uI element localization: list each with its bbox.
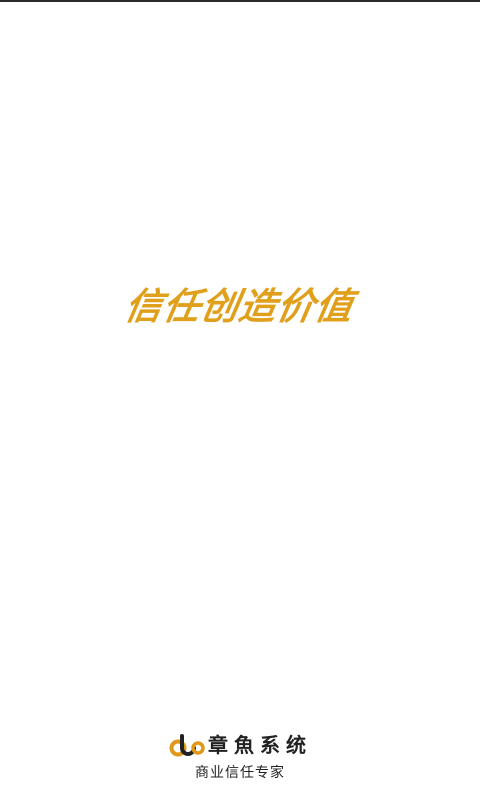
- brand-name: 章魚系统: [208, 733, 312, 757]
- slogan-text: 信任创造价值: [121, 285, 358, 328]
- status-bar-line: [0, 0, 480, 2]
- brand-logo: 章魚系统: [0, 731, 480, 759]
- octopus-logo-icon: [169, 734, 205, 757]
- brand-tagline: 商业信任专家: [195, 765, 285, 781]
- splash-screen: 信任创造价值 章魚系统 商业信任专家: [0, 0, 480, 800]
